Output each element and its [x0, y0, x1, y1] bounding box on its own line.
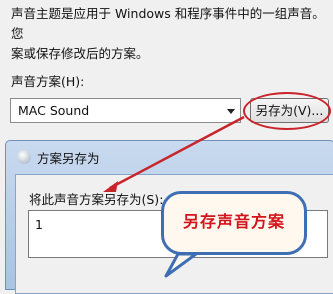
sound-scheme-dropdown[interactable]: MAC Sound: [10, 98, 241, 123]
scheme-name-label: 将此声音方案另存为(S):: [29, 192, 164, 207]
scheme-name-value: 1: [35, 217, 43, 232]
callout-text: 另存声音方案: [182, 212, 285, 231]
sound-scheme-selected: MAC Sound: [18, 103, 90, 118]
dialog-app-icon: [17, 150, 31, 164]
dialog-title: 方案另存为: [37, 151, 100, 166]
sound-scheme-label: 声音方案(H):: [11, 74, 85, 89]
chevron-down-icon[interactable]: [227, 109, 235, 114]
annotation-callout: 另存声音方案: [161, 191, 307, 255]
description-text: 声音主题是应用于 Windows 和程序事件中的一组声音。您 案或保存修改后的方…: [11, 6, 325, 61]
highlight-ring: [243, 92, 331, 130]
